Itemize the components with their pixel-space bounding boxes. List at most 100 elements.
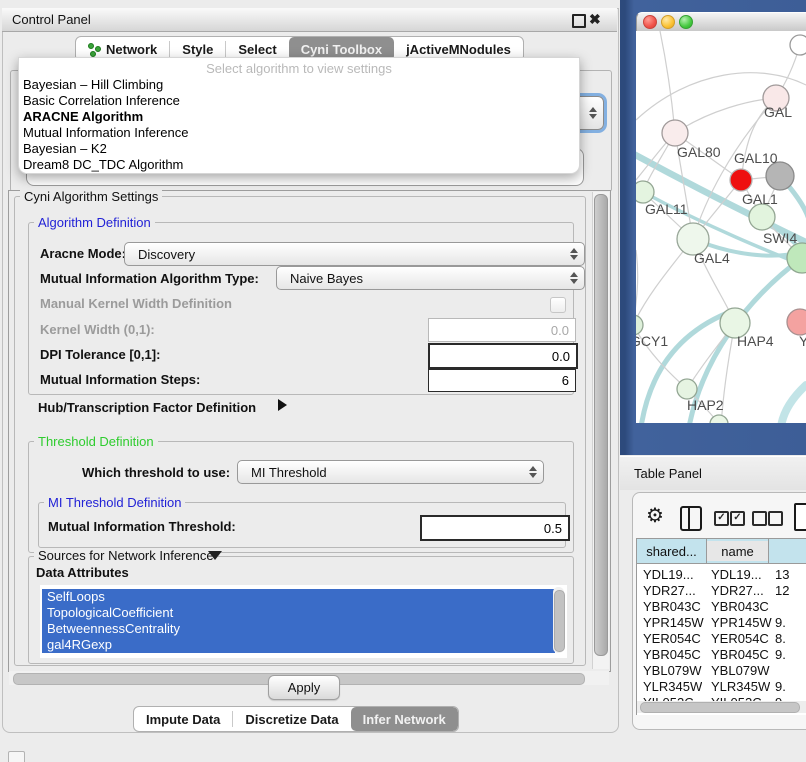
node-label: HAP2 (687, 397, 724, 413)
network-node[interactable] (636, 181, 654, 203)
control-panel-title: Control Panel (12, 12, 91, 28)
table-horizontal-scrollbar-thumb[interactable] (640, 702, 800, 713)
table-row[interactable]: YDL19... YDL19... 13 (637, 567, 806, 583)
float-window-icon[interactable] (572, 14, 586, 28)
network-node[interactable] (787, 309, 806, 335)
cell: YLR345W (711, 679, 770, 695)
checkbox-checked-icon[interactable]: ✓ (730, 511, 745, 526)
node-label: SWI4 (763, 230, 797, 246)
window-zoom-button[interactable] (679, 15, 693, 29)
checkbox-unchecked-icon[interactable] (752, 511, 767, 526)
dropdown-placeholder: Select algorithm to view settings (19, 60, 579, 77)
minimized-panel-icon[interactable] (8, 751, 25, 762)
algorithm-definition-title: Algorithm Definition (34, 216, 155, 229)
apply-button[interactable]: Apply (268, 675, 340, 700)
network-graph: GAL GAL80 GAL10 GAL11 GAL1 SWI4 GAL4 GCY… (636, 31, 806, 423)
column-header[interactable]: shared... (637, 539, 707, 564)
which-threshold-label: Which threshold to use: (82, 465, 230, 481)
cell: YPR145W (711, 615, 772, 631)
mi-threshold-label: Mutual Information Threshold: (48, 519, 236, 535)
list-scrollbar-thumb[interactable] (554, 590, 565, 652)
node-label: HAP4 (737, 333, 774, 349)
dropdown-item[interactable]: Bayesian – K2 (23, 141, 573, 157)
column-header[interactable] (769, 539, 806, 564)
control-panel-titlebar[interactable] (2, 8, 617, 32)
expand-right-icon[interactable] (278, 399, 287, 411)
cell: YBR043C (711, 599, 769, 615)
table-row[interactable]: YBL079W YBL079W (637, 663, 806, 679)
table-row[interactable]: YLR345W YLR345W 9. (637, 679, 806, 695)
dropdown-item-selected[interactable]: ARACNE Algorithm (23, 109, 573, 125)
table-row[interactable]: YPR145W YPR145W 9. (637, 615, 806, 631)
list-item[interactable]: TopologicalCoefficient (42, 605, 555, 621)
sources-group-title[interactable]: Sources for Network Inference (34, 549, 218, 562)
window-minimize-button[interactable] (661, 15, 675, 29)
network-node-selected[interactable] (730, 169, 752, 191)
cell: YDL19... (711, 567, 762, 583)
node-label: Y (799, 333, 806, 349)
table-row[interactable]: YBR045C YBR045C 9. (637, 647, 806, 663)
cell: 12 (775, 583, 789, 599)
table-row[interactable]: YER054C YER054C 8. (637, 631, 806, 647)
tab-impute-data-label: Impute Data (146, 712, 220, 727)
cell: 9. (775, 679, 786, 695)
mi-type-combobox[interactable]: Naive Bayes (276, 266, 585, 290)
list-item[interactable]: SelfLoops (42, 589, 555, 605)
manual-kernel-label: Manual Kernel Width Definition (40, 296, 232, 312)
aracne-mode-combobox[interactable]: Discovery (124, 242, 585, 266)
node-label: GAL80 (677, 144, 721, 160)
network-node[interactable] (766, 162, 794, 190)
list-item[interactable]: gal4RGexp (42, 637, 555, 653)
dropdown-item[interactable]: Dream8 DC_TDC Algorithm (23, 157, 573, 173)
dropdown-item[interactable]: Mutual Information Inference (23, 125, 573, 141)
dropdown-item[interactable]: Bayesian – Hill Climbing (23, 77, 573, 93)
dpi-tolerance-label: DPI Tolerance [0,1]: (40, 347, 160, 363)
hub-section-label[interactable]: Hub/Transcription Factor Definition (38, 400, 256, 416)
mi-threshold-field[interactable]: 0.5 (420, 515, 570, 541)
cell: YDL19... (643, 567, 694, 583)
network-node[interactable] (790, 35, 806, 55)
combo-stepper-icon (567, 243, 581, 265)
kernel-width-field[interactable]: 0.0 (428, 318, 576, 342)
table-row[interactable]: YBR043C YBR043C (637, 599, 806, 615)
column-header[interactable]: name (707, 539, 769, 564)
file-icon[interactable] (794, 503, 806, 531)
network-node[interactable] (636, 315, 643, 335)
columns-icon[interactable] (680, 506, 702, 531)
node-table: shared... name YDL19... YDL19... 13 YDR2… (636, 538, 806, 715)
which-threshold-combobox[interactable]: MI Threshold (237, 460, 544, 484)
list-item[interactable]: BetweennessCentrality (42, 621, 555, 637)
gear-icon[interactable]: ⚙ (646, 504, 664, 528)
tab-impute-data[interactable]: Impute Data (134, 707, 232, 731)
table-row[interactable]: YDR27... YDR27... 12 (637, 583, 806, 599)
network-node[interactable] (749, 204, 775, 230)
tab-infer-network[interactable]: Infer Network (351, 707, 458, 731)
mi-type-label: Mutual Information Algorithm Type: (40, 271, 259, 287)
cell: 13 (775, 567, 789, 583)
tab-network-label: Network (106, 42, 157, 57)
window-close-button[interactable] (643, 15, 657, 29)
mi-steps-field[interactable]: 6 (428, 369, 576, 392)
cell: YBR045C (711, 647, 769, 663)
combo-stepper-icon (567, 267, 581, 289)
table-panel-title: Table Panel (634, 466, 702, 482)
collapse-down-icon[interactable] (208, 551, 222, 560)
tab-discretize-data[interactable]: Discretize Data (233, 707, 350, 731)
checkbox-unchecked-icon[interactable] (768, 511, 783, 526)
node-label: GAL11 (645, 201, 688, 217)
close-icon[interactable]: ✖ (589, 10, 601, 28)
dpi-tolerance-field[interactable]: 0.0 (428, 343, 578, 369)
checkbox-checked-icon[interactable]: ✓ (714, 511, 729, 526)
cyni-settings-group-title: Cyni Algorithm Settings (20, 190, 162, 203)
network-canvas[interactable]: GAL GAL80 GAL10 GAL11 GAL1 SWI4 GAL4 GCY… (636, 31, 806, 423)
data-attributes-label: Data Attributes (36, 565, 129, 581)
network-node[interactable] (662, 120, 688, 146)
cell: YBL079W (643, 663, 702, 679)
cell: YDR27... (643, 583, 696, 599)
dropdown-item[interactable]: Basic Correlation Inference (23, 93, 573, 109)
vertical-scrollbar-thumb[interactable] (594, 194, 608, 656)
screen: Control Panel ✖ Network Style Select Cyn… (0, 0, 806, 762)
node-label: GAL1 (742, 191, 778, 207)
manual-kernel-checkbox[interactable] (550, 297, 566, 313)
network-node[interactable] (677, 379, 697, 399)
